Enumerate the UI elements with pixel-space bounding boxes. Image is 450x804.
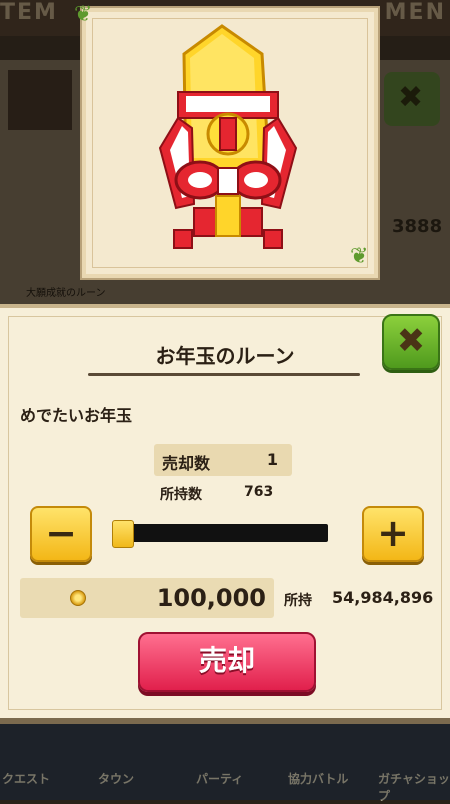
minus-icon: − — [45, 511, 77, 555]
sell-price-box: 100,000 — [20, 578, 274, 618]
vine-decoration-icon: ❦ — [74, 2, 93, 27]
item-card: ❦ ❦ — [74, 2, 380, 280]
close-button[interactable]: ✖ — [382, 314, 440, 370]
sell-button[interactable]: 売却 — [138, 632, 316, 692]
slider-thumb[interactable] — [112, 520, 134, 548]
sell-count-label: 売却数 — [162, 454, 211, 473]
decrease-button[interactable]: − — [30, 506, 92, 562]
sell-count-value: 1 — [266, 450, 278, 469]
owned-count-value: 763 — [244, 484, 274, 500]
held-gold-label: 所持 — [284, 593, 312, 609]
held-gold-value: 54,984,896 — [332, 588, 434, 607]
title-underline — [88, 373, 360, 376]
item-description: めでたいお年玉 — [20, 406, 133, 425]
coin-icon — [70, 590, 86, 606]
sell-button-label: 売却 — [198, 644, 255, 677]
quantity-slider[interactable] — [112, 520, 328, 548]
sell-price-value: 100,000 — [156, 584, 266, 612]
close-x-icon: ✖ — [396, 321, 426, 361]
sell-count-box: 売却数 1 — [154, 444, 292, 476]
increase-button[interactable]: + — [362, 506, 424, 562]
vine-decoration-icon: ❦ — [350, 244, 369, 269]
new-year-gift-rune-icon — [158, 24, 298, 249]
plus-icon: + — [377, 511, 409, 555]
owned-count-label: 所持数 — [160, 487, 202, 503]
